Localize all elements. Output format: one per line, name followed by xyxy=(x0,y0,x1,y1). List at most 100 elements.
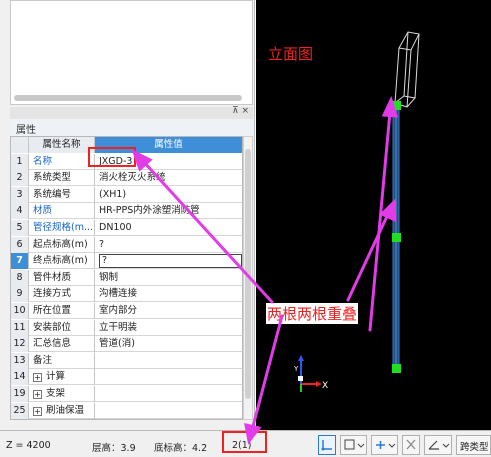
table-row[interactable]: 8 管件材质 钢制 xyxy=(11,270,242,286)
angle-button[interactable] xyxy=(424,435,452,455)
tree-horizontal-scrollbar[interactable] xyxy=(14,95,242,101)
property-value-cell[interactable]: 钢制 xyxy=(95,270,242,286)
row-number: 4 xyxy=(11,203,29,219)
property-value-cell[interactable]: HR-PPS内外涂塑消防管 xyxy=(95,203,242,219)
properties-panel-title: 属性 xyxy=(10,119,253,136)
row-value-text: 消火栓灭火系统 xyxy=(99,172,166,183)
table-row[interactable]: 11 安装部位 立干明装 xyxy=(11,320,242,336)
property-value-cell[interactable]: ? xyxy=(95,253,242,269)
elevation-view-label: 立面图 xyxy=(268,45,314,63)
property-name-cell: + 刷油保温 xyxy=(29,403,95,419)
expand-plus-icon[interactable]: + xyxy=(33,373,42,382)
cancel-draw-button[interactable] xyxy=(402,435,420,455)
table-row[interactable]: 7 终点标高(m)? xyxy=(11,253,242,269)
row-name-text: 所在位置 xyxy=(33,305,72,316)
scrollbar-thumb[interactable] xyxy=(245,149,251,399)
row-name-text: 起点标高(m) xyxy=(33,239,88,250)
property-name-cell: 材质 xyxy=(29,203,95,219)
pin-icon[interactable]: ⊼ × xyxy=(232,106,249,116)
table-row[interactable]: 4 材质 HR-PPS内外涂塑消防管 xyxy=(11,203,242,219)
property-value-cell[interactable] xyxy=(95,403,242,419)
axis-gizmo-icon: X Y xyxy=(293,355,328,392)
table-row[interactable]: 25 + 刷油保温 xyxy=(11,403,242,419)
table-row[interactable]: 6 起点标高(m)? xyxy=(11,237,242,253)
row-name-text: 系统编号 xyxy=(33,189,72,200)
table-row[interactable]: 13 备注 xyxy=(11,353,242,369)
elevation-viewport[interactable]: X Y xyxy=(256,0,491,430)
pipe-node-bottom xyxy=(392,364,401,373)
row-value-text: 立干明装 xyxy=(99,322,138,333)
row-name-text: 系统类型 xyxy=(33,172,72,183)
row-name-text: 管件材质 xyxy=(33,272,72,283)
property-value-cell[interactable] xyxy=(95,386,242,402)
row-name-text: 刷油保温 xyxy=(46,405,85,416)
name-value-highlight xyxy=(88,147,136,167)
property-name-cell: 所在位置 xyxy=(29,303,95,319)
row-name-text: 备注 xyxy=(33,355,53,366)
table-row[interactable]: 10 所在位置 室内部分 xyxy=(11,303,242,319)
property-name-cell: + 计算 xyxy=(29,369,95,385)
z-coordinate: Z = 4200 xyxy=(6,440,51,451)
row-number: 10 xyxy=(11,303,29,319)
property-value-cell[interactable] xyxy=(95,353,242,369)
axis-x-label: X xyxy=(322,381,328,391)
row-number: 3 xyxy=(11,187,29,203)
box-icon xyxy=(344,439,365,450)
property-value-cell[interactable]: 立干明装 xyxy=(95,320,242,336)
table-row[interactable]: 3 系统编号 (XH1) xyxy=(11,187,242,203)
row-name-text: 计算 xyxy=(46,371,66,382)
row-number: 6 xyxy=(11,237,29,253)
selection-count-highlight xyxy=(222,431,267,453)
table-row[interactable]: 14 + 计算 xyxy=(11,369,242,385)
snap-button[interactable] xyxy=(318,435,336,455)
pipe-top-box xyxy=(393,31,420,108)
properties-vertical-scrollbar[interactable] xyxy=(243,136,253,420)
cross-layer-button[interactable]: 跨类型 xyxy=(456,435,491,455)
property-value-cell[interactable]: 管道(消) xyxy=(95,336,242,352)
snap-icon xyxy=(321,440,332,451)
property-value-cell[interactable]: 消火栓灭火系统 xyxy=(95,170,242,186)
box-select-button[interactable] xyxy=(340,435,367,455)
row-number: 19 xyxy=(11,386,29,402)
cross-icon xyxy=(406,439,416,450)
property-value-cell[interactable]: (XH1) xyxy=(95,187,242,203)
app-window: ⊼ × 属性 属性名称 属性值 1 名称 JXGD-3 2 系统类型 消火栓灭火系统 3 系统编号… xyxy=(0,0,491,457)
property-name-cell: 管径规格(m... xyxy=(29,220,95,236)
row-value-text: 室内部分 xyxy=(99,305,138,316)
property-name-cell: 连接方式 xyxy=(29,286,95,302)
property-value-cell[interactable]: ? xyxy=(95,237,242,253)
table-row[interactable]: 2 系统类型 消火栓灭火系统 xyxy=(11,170,242,186)
property-value-cell[interactable] xyxy=(95,369,242,385)
table-row[interactable]: 9 连接方式 沟槽连接 xyxy=(11,286,242,302)
row-number: 13 xyxy=(11,353,29,369)
add-icon xyxy=(376,441,396,449)
property-value-cell[interactable]: 沟槽连接 xyxy=(95,286,242,302)
row-name-text: 材质 xyxy=(33,205,53,216)
property-name-cell: 系统编号 xyxy=(29,187,95,203)
property-name-cell: 系统类型 xyxy=(29,170,95,186)
property-value-cell[interactable]: DN100 xyxy=(95,220,242,236)
properties-grid: 属性名称 属性值 1 名称 JXGD-3 2 系统类型 消火栓灭火系统 3 系统编号 (XH1) 4 材… xyxy=(10,136,243,420)
expand-plus-icon[interactable]: + xyxy=(33,407,42,416)
row-number: 11 xyxy=(11,320,29,336)
property-name-cell: 安装部位 xyxy=(29,320,95,336)
left-panel: ⊼ × 属性 属性名称 属性值 1 名称 JXGD-3 2 系统类型 消火栓灭火系统 3 系统编号… xyxy=(0,0,255,430)
add-point-button[interactable] xyxy=(371,435,398,455)
table-row[interactable]: 12 汇总信息 管道(消) xyxy=(11,336,242,352)
row-number: 2 xyxy=(11,170,29,186)
expand-plus-icon[interactable]: + xyxy=(33,390,42,399)
property-name-cell: 终点标高(m) xyxy=(29,253,95,269)
row-number: 9 xyxy=(11,286,29,302)
property-name-cell: 管件材质 xyxy=(29,270,95,286)
row-number: 25 xyxy=(11,403,29,419)
component-tree-panel[interactable] xyxy=(10,0,253,105)
column-header-name[interactable]: 属性名称 xyxy=(29,137,95,153)
table-row[interactable]: 19 + 支架 xyxy=(11,386,242,402)
box-edge xyxy=(414,33,420,99)
axis-y-label: Y xyxy=(293,365,299,373)
row-number: 7 xyxy=(11,253,29,269)
property-value-cell[interactable]: 室内部分 xyxy=(95,303,242,319)
row-number: 5 xyxy=(11,220,29,236)
row-value-editor[interactable]: ? xyxy=(99,254,242,268)
table-row[interactable]: 5 管径规格(m... DN100 xyxy=(11,220,242,236)
